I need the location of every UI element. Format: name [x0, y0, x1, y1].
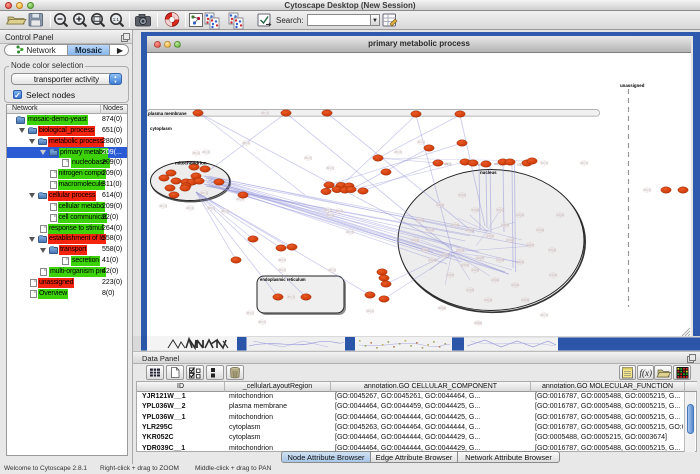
svg-text:cd(a): cd(a)	[437, 203, 444, 207]
svg-text:cd(a): cd(a)	[502, 223, 509, 227]
svg-text:mitochondrion: mitochondrion	[175, 161, 207, 166]
svg-text:cd(a): cd(a)	[550, 273, 557, 277]
svg-text:cd(a): cd(a)	[557, 213, 564, 217]
svg-text:ab(d): ab(d)	[367, 309, 374, 313]
svg-text:ab(d): ab(d)	[279, 258, 286, 262]
svg-text:cd(a): cd(a)	[429, 258, 436, 262]
svg-text:ab(d): ab(d)	[327, 213, 334, 217]
svg-text:cd(a): cd(a)	[472, 268, 479, 272]
svg-text:ab(d): ab(d)	[325, 208, 332, 212]
svg-text:ab(d): ab(d)	[203, 150, 210, 154]
svg-text:ab(d): ab(d)	[222, 209, 229, 213]
svg-text:cd(a): cd(a)	[517, 260, 524, 264]
svg-text:cd(a): cd(a)	[517, 213, 524, 217]
svg-text:1:1: 1:1	[113, 17, 120, 22]
svg-text:ab(d): ab(d)	[279, 268, 286, 272]
svg-text:ab(d): ab(d)	[288, 295, 295, 299]
svg-text:ab(d): ab(d)	[395, 150, 402, 154]
svg-text:cd(a): cd(a)	[442, 253, 449, 257]
svg-text:plasma membrane: plasma membrane	[148, 111, 187, 116]
svg-text:ab(d): ab(d)	[327, 166, 334, 170]
svg-text:ab(d): ab(d)	[208, 206, 215, 210]
svg-text:cd(a): cd(a)	[537, 228, 544, 232]
svg-text:ab(d): ab(d)	[541, 313, 548, 317]
svg-text:cd(a): cd(a)	[472, 208, 479, 212]
svg-text:ab(d): ab(d)	[201, 191, 208, 195]
svg-text:cd(a): cd(a)	[412, 238, 419, 242]
svg-text:cd(a): cd(a)	[462, 263, 469, 267]
svg-text:cd(a): cd(a)	[452, 223, 459, 227]
svg-text:ab(d): ab(d)	[187, 206, 194, 210]
svg-text:ab(d): ab(d)	[336, 209, 343, 213]
svg-text:cd(a): cd(a)	[527, 243, 534, 247]
svg-text:ab(d): ab(d)	[193, 151, 200, 155]
svg-text:cd(a): cd(a)	[507, 238, 514, 242]
svg-text:cd(a): cd(a)	[447, 273, 454, 277]
svg-text:ab(d): ab(d)	[347, 230, 354, 234]
svg-text:cd(a): cd(a)	[497, 258, 504, 262]
svg-text:ab(d): ab(d)	[541, 161, 548, 165]
svg-text:ab(d): ab(d)	[262, 111, 269, 115]
svg-text:ab(d): ab(d)	[259, 320, 266, 324]
svg-text:cd(a): cd(a)	[487, 234, 494, 238]
svg-text:cd(a): cd(a)	[522, 298, 529, 302]
svg-text:cd(a): cd(a)	[457, 248, 464, 252]
svg-text:cd(a): cd(a)	[485, 298, 492, 302]
svg-text:ab(d): ab(d)	[329, 268, 336, 272]
svg-text:ab(d): ab(d)	[247, 311, 254, 315]
svg-text:cd(a): cd(a)	[467, 228, 474, 232]
svg-text:cd(a): cd(a)	[512, 283, 519, 287]
svg-text:unassigned: unassigned	[620, 83, 645, 88]
svg-text:cd(a): cd(a)	[422, 248, 429, 252]
svg-text:cd(a): cd(a)	[475, 321, 482, 325]
svg-text:cytoplasm: cytoplasm	[150, 126, 172, 131]
svg-text:endoplasmic reticulum: endoplasmic reticulum	[260, 277, 306, 282]
svg-text:cd(a): cd(a)	[497, 208, 504, 212]
svg-text:nucleus: nucleus	[480, 170, 497, 175]
svg-text:cd(a): cd(a)	[417, 218, 424, 222]
svg-text:ab(d): ab(d)	[644, 188, 651, 192]
svg-text:cd(a): cd(a)	[459, 193, 466, 197]
svg-text:ab(d): ab(d)	[243, 141, 250, 145]
svg-text:ab(d): ab(d)	[160, 204, 167, 208]
svg-text:ab(d): ab(d)	[418, 140, 425, 144]
svg-text:cd(a): cd(a)	[467, 288, 474, 292]
svg-text:ab(d): ab(d)	[581, 161, 588, 165]
svg-text:cd(a): cd(a)	[439, 306, 446, 310]
svg-text:ab(d): ab(d)	[444, 162, 451, 166]
svg-text:ab(d): ab(d)	[305, 156, 312, 160]
svg-text:cd(a): cd(a)	[477, 256, 484, 260]
svg-text:cd(a): cd(a)	[492, 278, 499, 282]
svg-text:cd(a): cd(a)	[427, 228, 434, 232]
svg-text:f(x): f(x)	[640, 368, 653, 378]
svg-text:cd(a): cd(a)	[549, 248, 556, 252]
